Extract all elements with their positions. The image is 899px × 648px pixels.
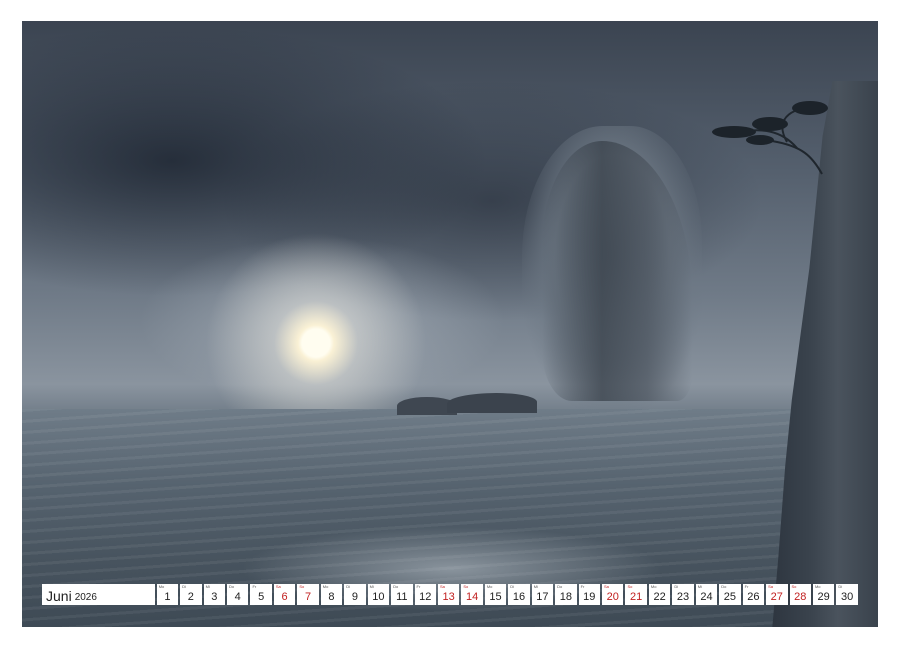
calendar-day: Mi 10 [368,584,389,605]
month-label: Juni 2026 [42,584,155,605]
calendar-day: Mo 1 [157,584,178,605]
day-number: 30 [836,592,857,603]
weekday-abbrev: Mo [487,585,493,589]
calendar-day: Sa 20 [602,584,623,605]
calendar-photo [22,21,878,627]
day-number: 4 [227,592,248,603]
calendar-day: Do 11 [391,584,412,605]
day-number: 18 [555,592,576,603]
day-number: 17 [532,592,553,603]
weekday-abbrev: Do [721,585,726,589]
day-number: 3 [204,592,225,603]
day-number: 10 [368,592,389,603]
day-number: 14 [461,592,482,603]
weekday-abbrev: Sa [440,585,445,589]
calendar-day: Di 9 [344,584,365,605]
day-number: 8 [321,592,342,603]
weekday-abbrev: So [463,585,468,589]
day-number: 16 [508,592,529,603]
month-year: 2026 [75,592,97,603]
weekday-abbrev: Fr [252,585,256,589]
day-number: 7 [297,592,318,603]
weekday-abbrev: Sa [276,585,281,589]
day-number: 29 [813,592,834,603]
calendar-day: So 14 [461,584,482,605]
day-number: 13 [438,592,459,603]
day-number: 25 [719,592,740,603]
weekday-abbrev: Fr [745,585,749,589]
calendar-day: Mi 17 [532,584,553,605]
day-number: 5 [250,592,271,603]
day-number: 26 [743,592,764,603]
weekday-abbrev: Sa [768,585,773,589]
calendar-day: Mo 29 [813,584,834,605]
calendar-day: So 7 [297,584,318,605]
calendar-day: Di 30 [836,584,857,605]
day-number: 12 [415,592,436,603]
calendar-day: Sa 13 [438,584,459,605]
calendar-day: Di 2 [180,584,201,605]
weekday-abbrev: Di [346,585,350,589]
weekday-abbrev: So [627,585,632,589]
spiral-binding [0,0,899,22]
weekday-abbrev: Mi [206,585,210,589]
month-name: Juni [46,589,72,603]
weekday-abbrev: Do [557,585,562,589]
weekday-abbrev: So [299,585,304,589]
weekday-abbrev: Mo [651,585,657,589]
weekday-abbrev: Mi [370,585,374,589]
day-number: 6 [274,592,295,603]
weekday-abbrev: Mo [159,585,165,589]
weekday-abbrev: Fr [581,585,585,589]
calendar-day: Fr 5 [250,584,271,605]
calendar-day: Mi 24 [696,584,717,605]
calendar-day: Sa 6 [274,584,295,605]
day-number: 2 [180,592,201,603]
day-number: 11 [391,592,412,603]
calendar-day: Do 25 [719,584,740,605]
calendar-day: Do 4 [227,584,248,605]
calendar-day: Mo 22 [649,584,670,605]
day-number: 27 [766,592,787,603]
calendar-day: Mo 8 [321,584,342,605]
weekday-abbrev: Di [838,585,842,589]
calendar-day: Do 18 [555,584,576,605]
day-number: 19 [579,592,600,603]
day-number: 28 [790,592,811,603]
weekday-abbrev: Di [674,585,678,589]
weekday-abbrev: Mi [698,585,702,589]
calendar-day: Di 16 [508,584,529,605]
calendar-day: Mi 3 [204,584,225,605]
calendar-day: Di 23 [672,584,693,605]
weekday-abbrev: Mi [534,585,538,589]
month-calendar-strip: Juni 2026 Mo1Di2Mi3Do4Fr5Sa6So7Mo8Di9Mi1… [42,584,858,605]
calendar-day: Fr 26 [743,584,764,605]
weekday-abbrev: Mo [815,585,821,589]
day-number: 9 [344,592,365,603]
weekday-abbrev: Sa [604,585,609,589]
weekday-abbrev: Mo [323,585,329,589]
calendar-day: Mo 15 [485,584,506,605]
calendar-day: So 28 [790,584,811,605]
calendar-day: Sa 27 [766,584,787,605]
weekday-abbrev: Di [510,585,514,589]
calendar-day: Fr 19 [579,584,600,605]
weekday-abbrev: Do [393,585,398,589]
day-number: 15 [485,592,506,603]
weekday-abbrev: Fr [417,585,421,589]
day-number: 22 [649,592,670,603]
day-number: 23 [672,592,693,603]
calendar-day: Fr 12 [415,584,436,605]
weekday-abbrev: Di [182,585,186,589]
pine-tree-icon [702,96,832,176]
day-number: 21 [625,592,646,603]
weekday-abbrev: So [792,585,797,589]
day-number: 24 [696,592,717,603]
day-number: 1 [157,592,178,603]
calendar-day: So 21 [625,584,646,605]
weekday-abbrev: Do [229,585,234,589]
day-number: 20 [602,592,623,603]
